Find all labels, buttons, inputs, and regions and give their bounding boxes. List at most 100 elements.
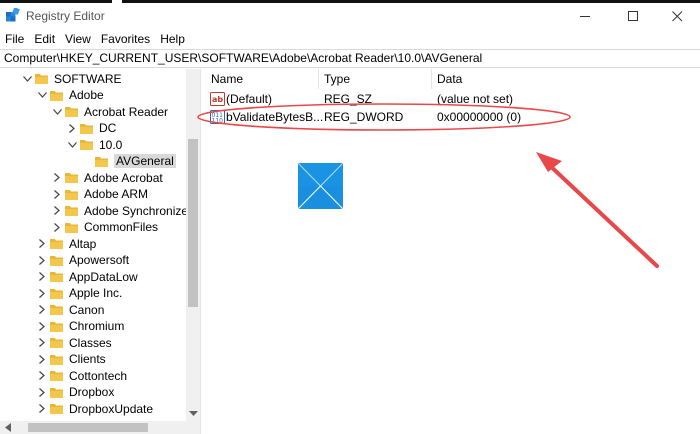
tree-node[interactable]: Adobe ARM xyxy=(52,186,148,203)
tree-node[interactable]: DC xyxy=(67,120,116,137)
tree-node[interactable]: Acrobat Reader xyxy=(52,103,168,120)
scroll-thumb[interactable] xyxy=(188,139,198,307)
menu-help[interactable]: Help xyxy=(155,32,190,46)
tree-node[interactable]: Dropbox xyxy=(37,384,114,401)
tree-node[interactable]: Canon xyxy=(37,301,104,318)
close-button[interactable] xyxy=(654,3,700,29)
value-name: (Default) xyxy=(226,92,273,106)
chevron-right-icon[interactable] xyxy=(52,189,62,199)
chevron-right-icon[interactable] xyxy=(37,321,47,331)
chevron-right-icon[interactable] xyxy=(37,305,47,315)
folder-icon xyxy=(35,73,48,84)
tree-node[interactable]: AVGeneral xyxy=(82,153,176,170)
tree-node-label: Adobe Synchronizer xyxy=(84,203,193,218)
tree-node[interactable]: Apple Inc. xyxy=(37,285,122,302)
folder-icon xyxy=(50,238,63,249)
chevron-right-icon[interactable] xyxy=(52,206,62,216)
menu-favorites[interactable]: Favorites xyxy=(96,32,155,46)
tree-node[interactable]: Adobe Synchronizer xyxy=(52,202,192,219)
tree-node[interactable]: Apowersoft xyxy=(37,252,129,269)
folder-icon xyxy=(80,123,93,134)
tree-node-label: Adobe xyxy=(69,88,104,102)
folder-icon xyxy=(50,255,63,266)
tree-node-label: Apowersoft xyxy=(69,253,130,267)
tree-node-label: Adobe ARM xyxy=(84,187,149,201)
window-title: Registry Editor xyxy=(26,9,105,23)
scroll-down-icon[interactable] xyxy=(188,409,198,419)
value-row[interactable]: 011 110 bValidateBytesB... REG_DWORD 0x0… xyxy=(205,108,700,126)
tree-node-label: Dropbox xyxy=(69,385,115,399)
chevron-down-icon[interactable] xyxy=(37,90,47,100)
value-type: REG_SZ xyxy=(324,92,373,106)
key-tree: SOFTWARE Adobe Acrobat Reader DC 10.0 AVGener… xyxy=(0,69,200,421)
tree-node[interactable]: AppDataLow xyxy=(37,268,138,285)
svg-text:ab: ab xyxy=(212,95,223,104)
chevron-right-icon[interactable] xyxy=(37,239,47,249)
tree-node-label: DropboxUpdate xyxy=(69,401,154,416)
tree-node-label: Chromium xyxy=(69,319,125,333)
value-row[interactable]: ab (Default) REG_SZ (value not set) xyxy=(205,90,700,108)
tree-node[interactable]: Classes xyxy=(37,334,112,351)
scroll-left-icon[interactable] xyxy=(3,423,12,432)
tree-node-label: SOFTWARE xyxy=(54,71,122,86)
chevron-right-icon[interactable] xyxy=(37,255,47,265)
maximize-button[interactable] xyxy=(610,3,656,29)
tree-node[interactable]: Clients xyxy=(37,351,106,368)
tree-node[interactable]: Cottontech xyxy=(37,367,127,384)
menu-file[interactable]: File xyxy=(0,32,29,46)
tree-node-label: Acrobat Reader xyxy=(84,104,169,119)
folder-icon xyxy=(50,271,63,282)
chevron-right-icon[interactable] xyxy=(37,354,47,364)
tree-node[interactable]: 10.0 xyxy=(67,136,122,153)
column-header-data[interactable]: Data xyxy=(433,69,553,89)
chevron-down-icon[interactable] xyxy=(67,140,77,150)
address-bar[interactable]: Computer\HKEY_CURRENT_USER\SOFTWARE\Adob… xyxy=(0,49,700,68)
tree-node[interactable]: Altap xyxy=(37,235,96,252)
chevron-right-icon[interactable] xyxy=(37,371,47,381)
column-header-type[interactable]: Type xyxy=(320,69,430,89)
chevron-right-icon[interactable] xyxy=(37,288,47,298)
chevron-right-icon[interactable] xyxy=(37,404,47,414)
chevron-right-icon[interactable] xyxy=(37,338,47,348)
value-data: (value not set) xyxy=(437,92,514,106)
folder-icon xyxy=(95,156,108,167)
tree-node-label: Cottontech xyxy=(69,368,128,383)
folder-icon xyxy=(50,337,63,348)
folder-icon xyxy=(50,321,63,332)
column-divider[interactable] xyxy=(318,69,319,89)
tree-node-label: Adobe Acrobat xyxy=(84,170,163,185)
tree-node[interactable]: CommonFiles xyxy=(52,219,158,236)
chevron-right-icon[interactable] xyxy=(52,173,62,183)
minimize-button[interactable] xyxy=(562,3,608,29)
tree-node[interactable]: Adobe xyxy=(37,87,104,104)
folder-icon xyxy=(50,354,63,365)
value-type: REG_DWORD xyxy=(324,110,404,124)
folder-icon xyxy=(65,205,78,216)
chevron-right-icon[interactable] xyxy=(37,387,47,397)
tree-vertical-scrollbar[interactable] xyxy=(186,69,200,421)
tree-node[interactable]: Chromium xyxy=(37,318,124,335)
tree-node[interactable]: DropboxUpdate xyxy=(37,400,153,417)
chevron-right-icon[interactable] xyxy=(67,123,77,133)
tree-node[interactable]: Adobe Acrobat xyxy=(52,169,163,186)
menu-edit[interactable]: Edit xyxy=(29,32,60,46)
svg-text:110: 110 xyxy=(212,118,224,125)
folder-icon xyxy=(65,222,78,233)
chevron-down-icon[interactable] xyxy=(52,107,62,117)
folder-icon xyxy=(80,139,93,150)
folder-icon xyxy=(50,304,63,315)
tree-node[interactable]: SOFTWARE xyxy=(22,70,122,87)
hscroll-thumb[interactable] xyxy=(28,423,148,432)
value-name: bValidateBytesB... xyxy=(226,110,324,124)
tree-node-label: Altap xyxy=(69,236,97,251)
chevron-down-icon[interactable] xyxy=(22,74,32,84)
minimize-icon xyxy=(579,15,590,17)
tree-node-label: AVGeneral xyxy=(114,154,176,168)
tree-horizontal-scrollbar[interactable] xyxy=(0,421,200,434)
column-divider[interactable] xyxy=(431,69,432,89)
chevron-right-icon[interactable] xyxy=(37,272,47,282)
column-header-name[interactable]: Name xyxy=(207,69,317,89)
menu-view[interactable]: View xyxy=(60,32,96,46)
chevron-right-icon[interactable] xyxy=(52,222,62,232)
